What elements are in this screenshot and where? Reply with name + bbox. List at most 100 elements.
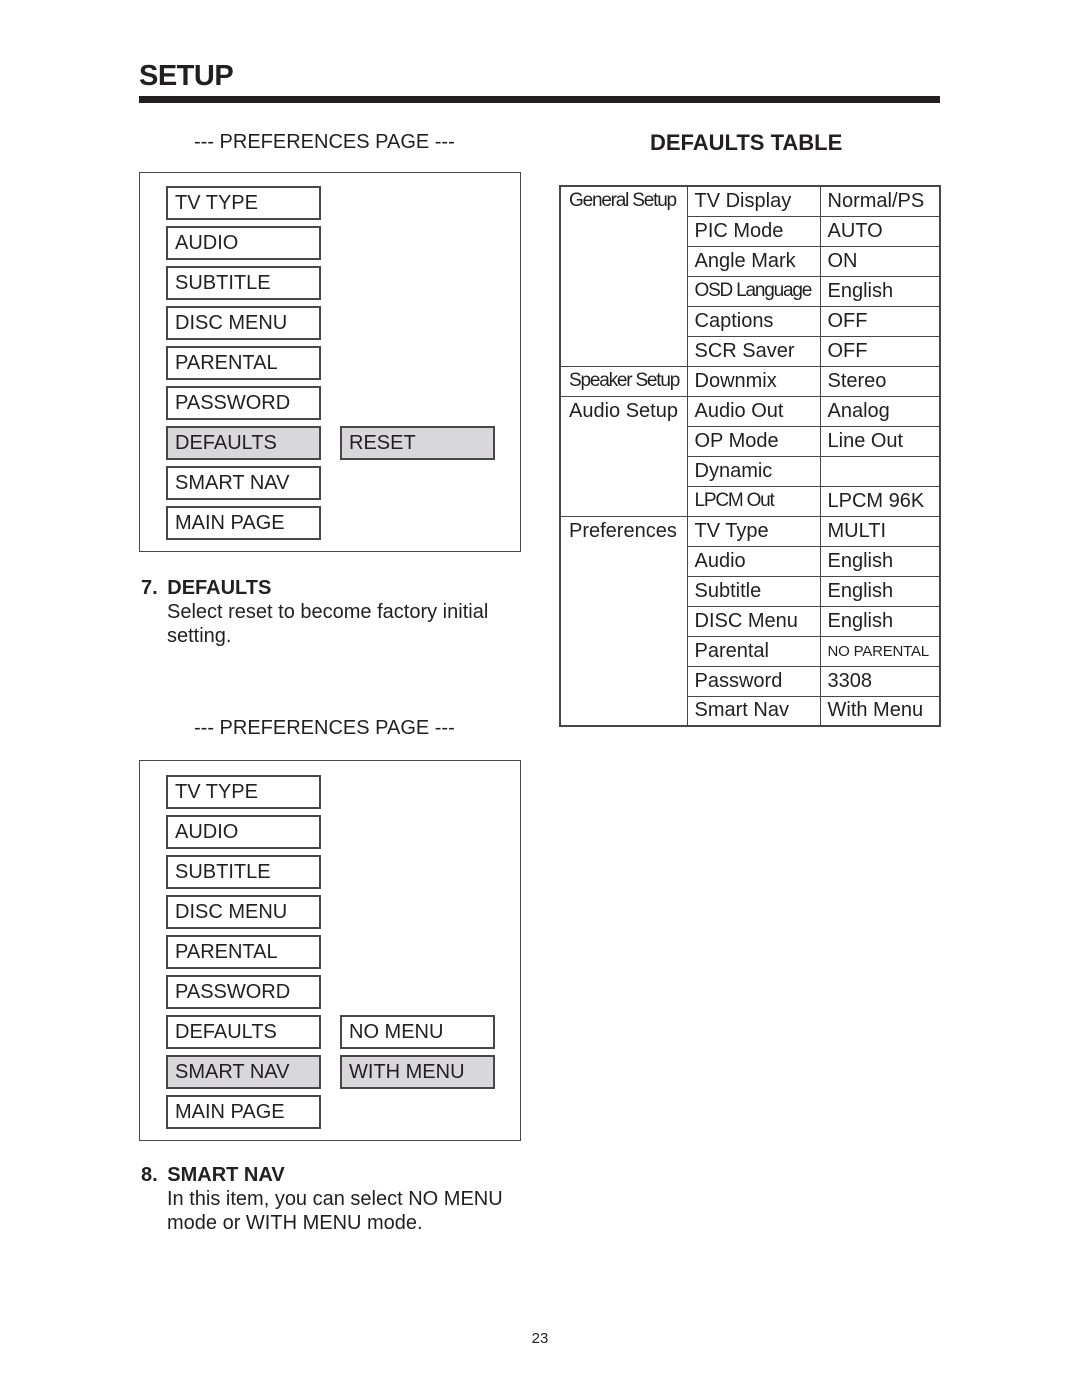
defaults-group-cell xyxy=(559,486,688,517)
menu-item-password[interactable]: PASSWORD xyxy=(166,386,321,420)
defaults-setting-cell: TV Type xyxy=(686,515,821,547)
defaults-value-cell: English xyxy=(819,605,941,637)
defaults-table-row: OP Mode Line Out xyxy=(559,425,941,457)
page-number: 23 xyxy=(531,1330,549,1347)
menu-item-disc-menu[interactable]: DISC MENU xyxy=(166,895,321,929)
defaults-group-cell: Audio Setup xyxy=(559,395,688,426)
defaults-group-cell: General Setup xyxy=(559,185,688,216)
defaults-value-cell: Stereo xyxy=(819,365,941,397)
menu-item-audio[interactable]: AUDIO xyxy=(166,815,321,849)
menu-item-defaults[interactable]: DEFAULTS xyxy=(166,1015,321,1049)
defaults-setting-cell: OSD Language xyxy=(686,275,821,307)
defaults-setting-cell: Audio xyxy=(686,545,821,577)
defaults-value-cell: English xyxy=(819,275,941,307)
defaults-value-cell: ON xyxy=(819,245,941,277)
preferences-page-heading-1: --- PREFERENCES PAGE --- xyxy=(194,131,455,153)
menu-item-parental[interactable]: PARENTAL xyxy=(166,346,321,380)
defaults-setting-cell: OP Mode xyxy=(686,425,821,457)
section-7-number: 7. xyxy=(141,577,158,599)
defaults-group-cell xyxy=(559,546,688,576)
defaults-group-cell xyxy=(559,606,688,636)
defaults-setting-cell: Downmix xyxy=(686,365,821,397)
preferences-menu-panel-1: TV TYPE AUDIO SUBTITLE DISC MENU PARENTA… xyxy=(139,172,521,552)
defaults-table-row: Speaker Setup Downmix Stereo xyxy=(559,365,941,397)
defaults-group-cell xyxy=(559,246,688,276)
defaults-value-cell: AUTO xyxy=(819,215,941,247)
menu-item-defaults-selected[interactable]: DEFAULTS xyxy=(166,426,321,460)
defaults-setting-cell: SCR Saver xyxy=(686,335,821,367)
defaults-setting-cell: Smart Nav xyxy=(686,695,821,727)
defaults-value-cell: MULTI xyxy=(819,515,941,547)
defaults-setting-cell: Captions xyxy=(686,305,821,337)
defaults-value-cell: OFF xyxy=(819,305,941,337)
defaults-table-row: Password 3308 xyxy=(559,665,941,697)
section-7-body-line-2: setting. xyxy=(167,625,232,647)
menu-item-smart-nav-selected[interactable]: SMART NAV xyxy=(166,1055,321,1089)
section-8-number: 8. xyxy=(141,1164,158,1186)
defaults-setting-cell: PIC Mode xyxy=(686,215,821,247)
option-reset-selected[interactable]: RESET xyxy=(340,426,495,460)
section-7-body-line-1: Select reset to become factory initial xyxy=(167,601,489,623)
defaults-value-cell: OFF xyxy=(819,335,941,367)
section-8-body-line-2: mode or WITH MENU mode. xyxy=(167,1212,423,1234)
option-no-menu[interactable]: NO MENU xyxy=(340,1015,495,1049)
menu-item-tv-type[interactable]: TV TYPE xyxy=(166,775,321,809)
menu-item-parental[interactable]: PARENTAL xyxy=(166,935,321,969)
defaults-setting-cell: TV Display xyxy=(686,185,821,217)
defaults-group-cell xyxy=(559,336,688,367)
option-with-menu-selected[interactable]: WITH MENU xyxy=(340,1055,495,1089)
defaults-value-cell xyxy=(819,455,941,487)
menu-item-subtitle[interactable]: SUBTITLE xyxy=(166,266,321,300)
title-rule-divider xyxy=(139,96,940,103)
preferences-page-heading-2: --- PREFERENCES PAGE --- xyxy=(194,717,455,739)
preferences-menu-panel-2: TV TYPE AUDIO SUBTITLE DISC MENU PARENTA… xyxy=(139,760,521,1141)
defaults-value-cell: English xyxy=(819,545,941,577)
defaults-table-row: DISC Menu English xyxy=(559,605,941,637)
defaults-table-row: Preferences TV Type MULTI xyxy=(559,515,941,547)
defaults-table-row: Audio Setup Audio Out Analog xyxy=(559,395,941,427)
defaults-setting-cell: DISC Menu xyxy=(686,605,821,637)
defaults-value-cell: With Menu xyxy=(819,695,941,727)
defaults-table-row: General Setup TV Display Normal/PS xyxy=(559,185,941,217)
menu-item-subtitle[interactable]: SUBTITLE xyxy=(166,855,321,889)
defaults-value-cell: 3308 xyxy=(819,665,941,697)
menu-item-main-page[interactable]: MAIN PAGE xyxy=(166,506,321,540)
menu-item-password[interactable]: PASSWORD xyxy=(166,975,321,1009)
defaults-group-cell: Speaker Setup xyxy=(559,365,688,397)
defaults-table-row: Smart Nav With Menu xyxy=(559,695,941,727)
defaults-setting-cell: Angle Mark xyxy=(686,245,821,277)
defaults-value-cell: Analog xyxy=(819,395,941,427)
menu-item-tv-type[interactable]: TV TYPE xyxy=(166,186,321,220)
defaults-table-row: OSD Language English xyxy=(559,275,941,307)
section-8-description: In this item, you can select NO MENU mod… xyxy=(167,1187,503,1235)
menu-item-main-page[interactable]: MAIN PAGE xyxy=(166,1095,321,1129)
section-7-description: Select reset to become factory initial s… xyxy=(167,600,488,648)
defaults-group-cell xyxy=(559,276,688,306)
defaults-table-row: Audio English xyxy=(559,545,941,577)
defaults-value-cell: Line Out xyxy=(819,425,941,457)
defaults-group-cell xyxy=(559,456,688,486)
defaults-group-cell xyxy=(559,636,688,666)
defaults-table-row: LPCM Out LPCM 96K xyxy=(559,485,941,517)
defaults-group-cell xyxy=(559,306,688,336)
menu-item-disc-menu[interactable]: DISC MENU xyxy=(166,306,321,340)
menu-item-smart-nav[interactable]: SMART NAV xyxy=(166,466,321,500)
section-7-heading: 7. DEFAULTS xyxy=(141,577,271,600)
defaults-group-cell xyxy=(559,666,688,696)
menu-item-audio[interactable]: AUDIO xyxy=(166,226,321,260)
defaults-table: General Setup TV Display Normal/PS PIC Mode… xyxy=(559,185,941,727)
defaults-table-row: Subtitle English xyxy=(559,575,941,607)
defaults-setting-cell: Password xyxy=(686,665,821,697)
defaults-group-cell: Preferences xyxy=(559,515,688,546)
defaults-value-cell: Normal/PS xyxy=(819,185,941,217)
section-8-title: SMART NAV xyxy=(167,1164,285,1186)
defaults-group-cell xyxy=(559,216,688,246)
defaults-table-row: Dynamic xyxy=(559,455,941,487)
page-title: SETUP xyxy=(139,60,234,92)
defaults-table-row: Angle Mark ON xyxy=(559,245,941,277)
section-7-title: DEFAULTS xyxy=(167,577,272,599)
defaults-value-cell: English xyxy=(819,575,941,607)
defaults-group-cell xyxy=(559,426,688,456)
defaults-setting-cell: LPCM Out xyxy=(686,485,821,517)
defaults-table-row: Captions OFF xyxy=(559,305,941,337)
